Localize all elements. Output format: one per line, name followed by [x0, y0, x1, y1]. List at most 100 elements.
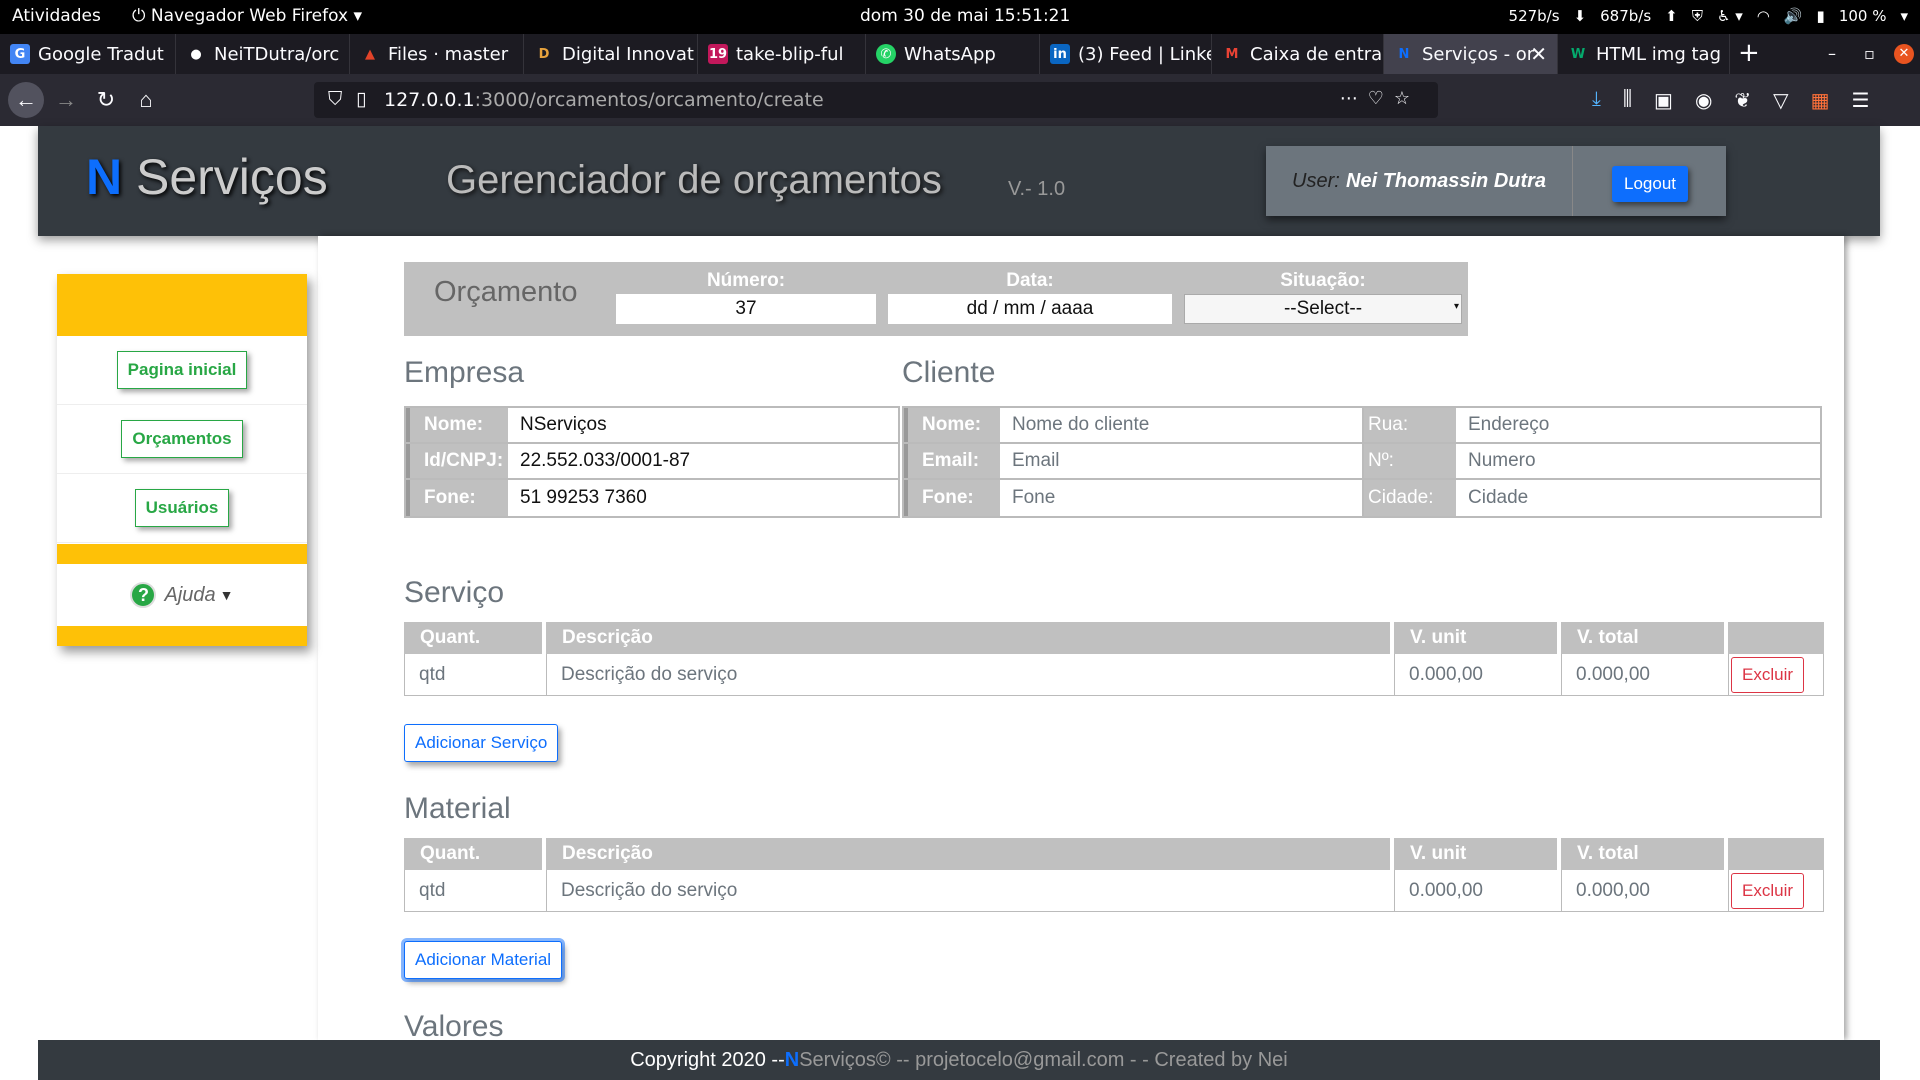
close-tab-icon[interactable]: ✕ [1530, 42, 1547, 66]
help-dropdown[interactable]: ? Ajuda ▼ [57, 564, 307, 626]
cliente-nome-input[interactable]: Nome do cliente [1000, 408, 1364, 442]
home-icon[interactable]: ⌂ [128, 82, 164, 118]
browser-tab[interactable]: ✆ WhatsApp [866, 34, 1040, 74]
empresa-fone[interactable]: 51 99253 7360 [508, 480, 898, 516]
url-bar[interactable]: ⛉ ▯ 127.0.0.1:3000/orcamentos/orcamento/… [314, 82, 1438, 118]
sidebar-item-usuarios: Usuários [57, 474, 307, 543]
power-menu-chevron-icon: ▾ [1900, 7, 1908, 25]
browser-tab[interactable]: W HTML img tag [1558, 34, 1730, 74]
browser-tab-active[interactable]: N Serviços - or ✕ [1384, 34, 1558, 74]
usuarios-button[interactable]: Usuários [134, 489, 230, 527]
cliente-numero-input[interactable]: Numero [1456, 444, 1820, 478]
servico-desc-input[interactable]: Descrição do serviço [547, 654, 1395, 695]
table-row: Id/CNPJ: 22.552.033/0001-87 [406, 444, 898, 480]
servico-unit-input[interactable]: 0.000,00 [1395, 654, 1562, 695]
forward-icon[interactable]: → [48, 82, 84, 118]
shield-icon[interactable]: ⛉ [328, 88, 342, 110]
linkedin-icon: in [1050, 44, 1070, 64]
app-header: N Serviços Gerenciador de orçamentos V.-… [38, 126, 1880, 236]
empresa-cnpj[interactable]: 22.552.033/0001-87 [508, 444, 898, 478]
close-window-icon[interactable]: ✕ [1894, 44, 1914, 64]
menu-icon[interactable]: ☰ [1851, 88, 1869, 113]
github-icon: ● [190, 46, 202, 62]
browser-tab[interactable]: ● NeiTDutra/orc [176, 34, 350, 74]
new-tab-icon[interactable]: + [1738, 38, 1760, 68]
table-row: Nome: NServiços [406, 408, 898, 444]
brand-logo[interactable]: N Serviços [86, 148, 328, 206]
extension-icon[interactable]: ❦ [1734, 88, 1751, 113]
numero-input[interactable]: 37 [616, 294, 876, 324]
bookmark-star-icon[interactable]: ☆ [1394, 88, 1420, 109]
servico-action-cell: Excluir [1729, 654, 1823, 695]
cliente-cidade-input[interactable]: Cidade [1456, 480, 1820, 516]
back-icon[interactable]: ← [8, 82, 44, 118]
reload-icon[interactable]: ↻ [88, 82, 124, 118]
activities-button[interactable]: Atividades [12, 6, 101, 26]
volume-icon: 🔊 [1783, 7, 1803, 25]
empresa-title: Empresa [404, 356, 525, 389]
table-row: Fone: 51 99253 7360 [406, 480, 898, 516]
maximize-icon[interactable]: ▫ [1864, 44, 1875, 63]
vue-devtools-icon[interactable]: ▽ [1773, 88, 1788, 113]
cliente-fone-input[interactable]: Fone [1000, 480, 1364, 516]
sidebar: Pagina inicial Orçamentos Usuários ? Aju… [57, 274, 307, 646]
arrow-down-icon: ⬇ [1573, 7, 1587, 25]
sidebar-icon[interactable]: ▣ [1654, 88, 1673, 113]
material-unit-input[interactable]: 0.000,00 [1395, 870, 1562, 911]
table-row: qtd Descrição do serviço 0.000,00 0.000,… [404, 654, 1824, 696]
situacao-select[interactable]: --Select-- ▾ [1184, 294, 1462, 324]
account-icon[interactable]: ◉ [1695, 88, 1712, 113]
download-icon[interactable]: ⤓ [1592, 88, 1601, 113]
select-arrow-icon: ▾ [1453, 301, 1459, 312]
data-input[interactable]: dd / mm / aaaa [888, 294, 1172, 324]
system-top-bar: Atividades ⏻ Navegador Web Firefox ▾ dom… [0, 0, 1920, 34]
material-table: Quant. Descrição V. unit V. total qtd De… [404, 838, 1824, 912]
excluir-servico-button[interactable]: Excluir [1731, 656, 1805, 693]
cliente-email-input[interactable]: Email [1000, 444, 1364, 478]
table-header: Quant. Descrição V. unit V. total [404, 622, 1824, 654]
arrow-up-icon: ⬆ [1665, 7, 1678, 25]
browser-tab[interactable]: D Digital Innovat [524, 34, 698, 74]
page-info-icon[interactable]: ▯ [356, 88, 366, 110]
google-translate-icon: G [10, 44, 30, 64]
table-row: Fone: Fone Cidade: Cidade [904, 480, 1820, 516]
dio-icon: D [538, 46, 550, 62]
orcamento-title: Orçamento [434, 276, 578, 308]
clock[interactable]: dom 30 de mai 15:51:21 [860, 6, 1070, 26]
url-actions[interactable]: ⋯♡☆ [1340, 88, 1420, 109]
material-desc-input[interactable]: Descrição do serviço [547, 870, 1395, 911]
material-qtd-input[interactable]: qtd [405, 870, 547, 911]
add-material-button[interactable]: Adicionar Material [404, 941, 563, 979]
logout-button[interactable]: Logout [1612, 166, 1688, 202]
empresa-table: Nome: NServiços Id/CNPJ: 22.552.033/0001-8… [404, 406, 900, 518]
toolbar-icons: ⤓ ⫼ ▣ ◉ ❦ ▽ ▦ ☰ [1592, 88, 1869, 113]
sidebar-item-home: Pagina inicial [57, 336, 307, 405]
browser-tab[interactable]: 19 take-blip-ful [698, 34, 866, 74]
wifi-icon: ◠ [1756, 7, 1770, 25]
extension-off-icon[interactable]: ▦ [1811, 88, 1830, 113]
data-field: Data: dd / mm / aaaa [888, 270, 1172, 324]
browser-tab[interactable]: ▲ Files · master [350, 34, 524, 74]
home-button[interactable]: Pagina inicial [116, 351, 248, 389]
orcamentos-button[interactable]: Orçamentos [121, 420, 243, 458]
minimize-icon[interactable]: – [1828, 44, 1836, 63]
servico-qtd-input[interactable]: qtd [405, 654, 547, 695]
add-servico-button[interactable]: Adicionar Serviço [404, 724, 559, 762]
system-tray[interactable]: 527b/s ⬇ 687b/s ⬆ ⛨ ♿ ▾ ◠ 🔊 ▮ 100 % ▾ [1509, 7, 1908, 25]
browser-tab[interactable]: in (3) Feed | Linke [1040, 34, 1212, 74]
sidebar-menu: Pagina inicial Orçamentos Usuários [57, 336, 307, 544]
material-title: Material [404, 792, 511, 825]
url-host: 127.0.0.1 [384, 89, 475, 111]
excluir-material-button[interactable]: Excluir [1731, 872, 1805, 909]
empresa-nome[interactable]: NServiços [508, 408, 898, 442]
sidebar-item-orcamentos: Orçamentos [57, 405, 307, 474]
app-menu[interactable]: ⏻ Navegador Web Firefox ▾ [132, 6, 362, 26]
browser-tab[interactable]: M Caixa de entra [1212, 34, 1384, 74]
library-icon[interactable]: ⫼ [1623, 88, 1632, 113]
pocket-icon[interactable]: ♡ [1368, 88, 1394, 109]
more-icon[interactable]: ⋯ [1340, 88, 1368, 109]
cliente-rua-input[interactable]: Endereço [1456, 408, 1820, 442]
user-box: User: Nei Thomassin Dutra Logout [1266, 146, 1726, 216]
footer-text: Serviços© -- projetocelo@gmail.com - - C… [799, 1048, 1288, 1071]
browser-tab[interactable]: G Google Tradut [0, 34, 176, 74]
